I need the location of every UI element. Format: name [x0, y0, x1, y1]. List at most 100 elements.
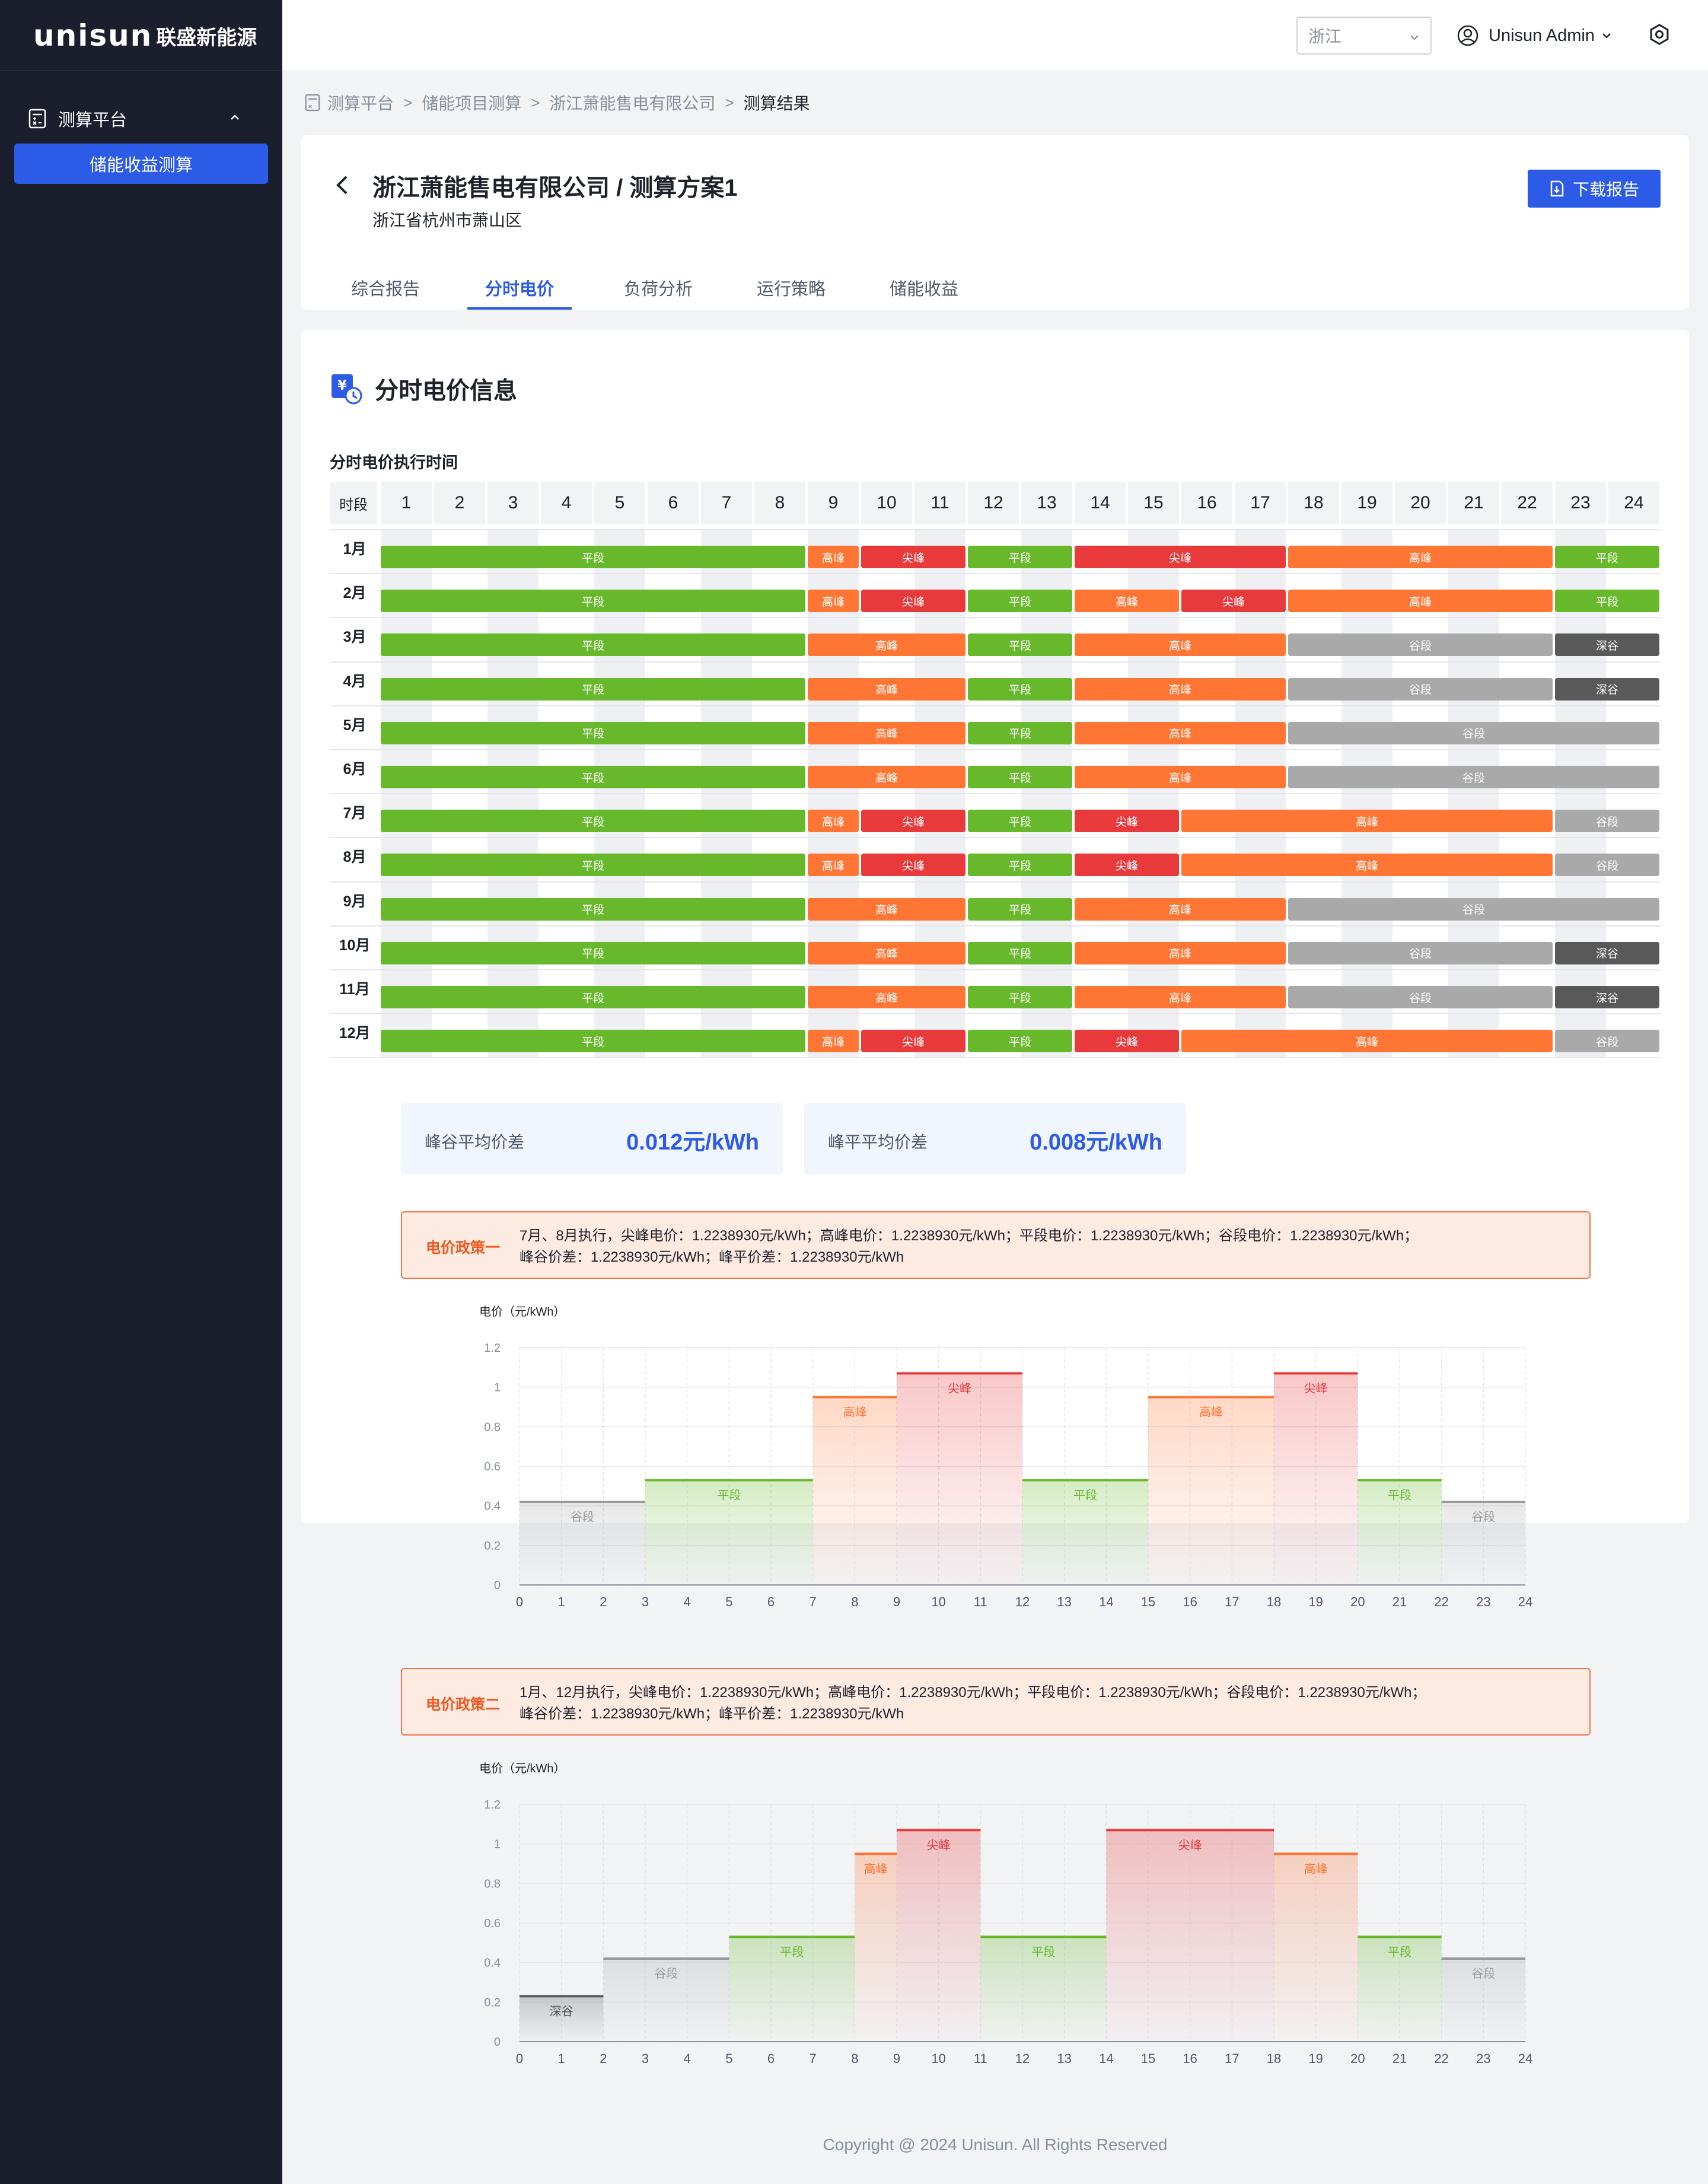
tab-overview[interactable]: 综合报告: [344, 269, 427, 310]
tou-segment: 平段: [968, 766, 1072, 788]
row-divider: [330, 573, 1661, 575]
month-label: 10月: [339, 937, 371, 954]
tou-segment: 尖峰: [861, 1030, 965, 1053]
breadcrumb-item[interactable]: 浙江萧能售电有限公司: [549, 91, 715, 114]
header-divider: [330, 529, 1661, 530]
logo-wordmark: unisun: [33, 18, 153, 53]
x-tick-label: 11: [974, 1594, 987, 1609]
hour-header-12: 12: [968, 482, 1019, 524]
section-title-text: 分时电价信息: [375, 378, 517, 404]
sidebar-group-calc-platform[interactable]: 测算平台: [28, 104, 254, 133]
hour-header-20: 20: [1395, 482, 1446, 524]
price-segment-label: 高峰: [1304, 1862, 1328, 1876]
x-tick-label: 17: [1225, 2051, 1239, 2066]
x-tick-label: 19: [1308, 2051, 1323, 2066]
tou-segment: 高峰: [1181, 810, 1553, 833]
price-area: [1106, 1830, 1274, 2042]
tou-segment: 谷段: [1288, 766, 1659, 788]
tab-tou-price[interactable]: 分时电价: [467, 269, 572, 310]
policy-text: 1月、12月执行，尖峰电价：1.2238930元/kWh；高峰电价：1.2238…: [520, 1682, 1575, 1725]
user-menu[interactable]: Unisun Admin: [1457, 21, 1613, 50]
x-tick-label: 14: [1099, 2051, 1113, 2066]
tou-segment: 高峰: [808, 810, 859, 833]
price-area: [855, 1854, 897, 2042]
sidebar-item-label: 储能收益测算: [89, 156, 193, 175]
tou-segment: 高峰: [1075, 941, 1286, 964]
price-segment-label: 平段: [1031, 1945, 1055, 1959]
row-divider: [330, 881, 1661, 883]
tou-segment: 高峰: [1181, 1030, 1553, 1053]
x-tick-label: 3: [642, 1594, 649, 1609]
hour-header-3: 3: [487, 482, 538, 524]
tou-segment: 高峰: [808, 721, 965, 744]
month-label: 2月: [343, 585, 367, 602]
breadcrumb-separator: >: [725, 93, 734, 112]
x-tick-label: 17: [1225, 1594, 1239, 1609]
sidebar: unisun 联盛新能源 测算平台 储能收益测算: [0, 0, 282, 2184]
tou-segment: 高峰: [1075, 766, 1286, 788]
breadcrumb-item[interactable]: 测算平台: [327, 91, 394, 114]
footer-copyright: Copyright @ 2024 Unisun. All Rights Rese…: [823, 2135, 1168, 2154]
user-name: Unisun Admin: [1489, 26, 1595, 45]
y-axis-label: 电价（元/kWh）: [479, 1762, 566, 1775]
tou-segment: 谷段: [1288, 677, 1553, 701]
policy-text: 7月、8月执行，尖峰电价：1.2238930元/kWh；高峰电价：1.22389…: [520, 1225, 1575, 1268]
hour-header-13: 13: [1021, 482, 1072, 524]
tou-segment: 平段: [381, 1030, 805, 1053]
tab-operation-strategy[interactable]: 运行策略: [750, 269, 833, 310]
tou-segment: 平段: [968, 546, 1072, 568]
x-tick-label: 18: [1267, 2051, 1281, 2066]
tou-segment: 谷段: [1555, 854, 1659, 877]
x-tick-label: 15: [1141, 2051, 1155, 2066]
price-area: [1274, 1854, 1358, 2042]
calculator-icon: [28, 109, 46, 129]
stat-label: 峰平平均价差: [828, 1133, 928, 1151]
x-tick-label: 12: [1015, 2051, 1030, 2066]
top-bar: 浙江 Unisun Admin: [282, 0, 1708, 70]
tou-segment: 平段: [381, 810, 805, 833]
region-select[interactable]: 浙江: [1296, 17, 1432, 55]
price-segment-label: 平段: [1388, 1945, 1411, 1959]
x-tick-label: 15: [1141, 1594, 1155, 1609]
month-label: 6月: [343, 761, 367, 778]
tou-segment: 平段: [381, 897, 805, 921]
x-tick-label: 12: [1015, 1594, 1030, 1609]
tou-segment: 高峰: [1075, 590, 1179, 613]
tab-load-analysis[interactable]: 负荷分析: [617, 269, 700, 310]
row-divider: [330, 617, 1661, 619]
breadcrumb-item[interactable]: 储能项目测算: [422, 91, 521, 114]
x-tick-label: 9: [893, 1594, 900, 1609]
chevron-down-icon: [1602, 33, 1611, 39]
breadcrumb-separator: >: [531, 93, 540, 112]
hour-header-24: 24: [1608, 482, 1659, 524]
price-segment-label: 高峰: [864, 1862, 888, 1876]
x-tick-label: 4: [684, 2051, 691, 2066]
tou-segment: 深谷: [1555, 986, 1659, 1008]
tou-segment: 平段: [968, 941, 1072, 964]
download-report-button[interactable]: 下载报告: [1528, 170, 1661, 208]
y-tick-label: 0.8: [484, 1421, 501, 1434]
x-tick-label: 1: [558, 1594, 565, 1609]
breadcrumb-current: 测算结果: [743, 94, 810, 113]
tab-label: 分时电价: [485, 280, 554, 299]
x-tick-label: 5: [725, 2051, 732, 2066]
y-tick-label: 1: [494, 1381, 501, 1395]
hour-header-21: 21: [1448, 482, 1499, 524]
back-arrow-icon[interactable]: [332, 173, 352, 197]
tou-segment: 谷段: [1555, 810, 1659, 833]
tou-segment: 平段: [381, 677, 805, 701]
x-tick-label: 10: [931, 1594, 945, 1609]
tou-segment: 尖峰: [861, 810, 965, 833]
tou-segment: 尖峰: [1075, 854, 1179, 877]
tab-storage-revenue[interactable]: 储能收益: [882, 269, 965, 310]
settings-gear-icon[interactable]: [1648, 23, 1671, 46]
sidebar-item-storage-calc[interactable]: 储能收益测算: [14, 144, 268, 184]
tou-segment: 平段: [381, 721, 805, 744]
time-period-header: 时段: [330, 482, 377, 524]
tou-info-card: ¥ 分时电价信息 分时电价执行时间 时段 1 2 3 4 5 6 7 8 9 10 11 12 13 14 1…: [301, 330, 1689, 2066]
price-area: [1148, 1397, 1274, 1585]
tou-segment: 高峰: [808, 766, 965, 788]
hour-header-10: 10: [861, 482, 912, 524]
tou-segment: 谷段: [1288, 633, 1553, 657]
x-tick-label: 0: [516, 2051, 523, 2066]
